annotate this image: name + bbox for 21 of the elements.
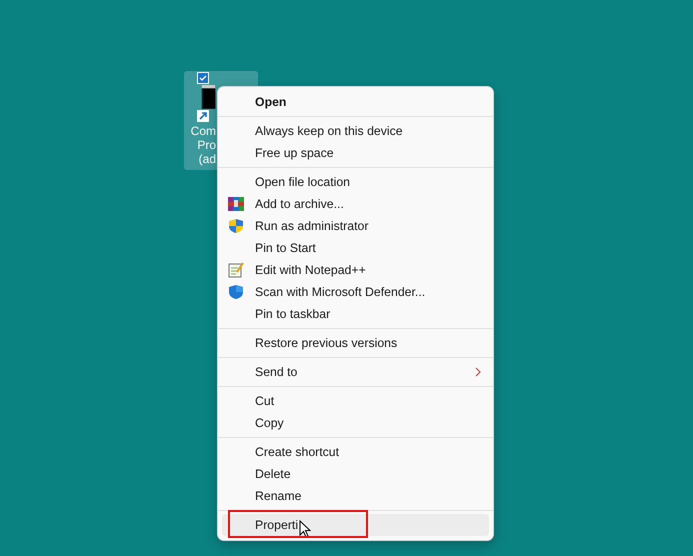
item-label: Delete xyxy=(255,467,292,481)
item-label: Pin to taskbar xyxy=(255,307,332,321)
icon-label: Com xyxy=(190,124,216,138)
item-label: Cut xyxy=(255,394,276,408)
item-label: Send to xyxy=(255,365,298,379)
item-label: Create shortcut xyxy=(255,445,340,459)
item-label: Scan with Microsoft Defender... xyxy=(255,285,426,299)
item-label: Edit with Notepad++ xyxy=(255,263,367,277)
item-label: Run as administrator xyxy=(255,219,370,233)
item-label: Add to archive... xyxy=(255,197,345,211)
item-label: Pin to Start xyxy=(255,241,317,255)
item-label: Restore previous versions xyxy=(255,336,398,350)
item-label: Open xyxy=(255,95,288,109)
icon-label: Pro xyxy=(197,138,216,152)
icon-label: (ad xyxy=(198,152,216,166)
item-label: Rename xyxy=(255,489,302,503)
item-label: Always keep on this device xyxy=(255,124,404,138)
item-label: Free up space xyxy=(255,146,335,160)
item-label: Copy xyxy=(255,416,285,430)
item-label: Properti xyxy=(255,518,298,532)
item-label: Open file location xyxy=(255,175,352,189)
